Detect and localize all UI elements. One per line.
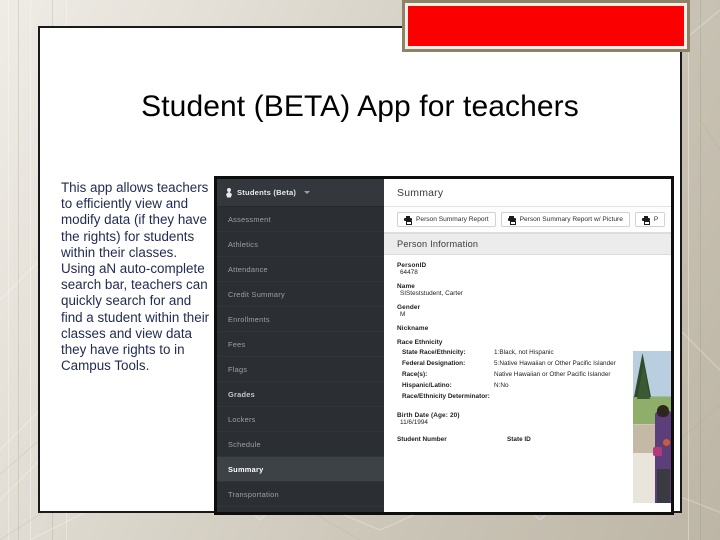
person-summary-report-with-picture-button[interactable]: Person Summary Report w/ Picture	[500, 212, 630, 227]
person-information-section-title: Person Information	[384, 233, 671, 255]
page-title: Student (BETA) App for teachers	[141, 90, 579, 123]
sidebar-item-label: Attendance	[228, 264, 268, 274]
sidebar-item-label: Grades	[228, 389, 255, 399]
sidebar-item-label: Assessment	[228, 214, 271, 224]
field-label: Birth Date (Age: 20)	[397, 412, 460, 419]
app-main-panel: Summary Person Summary Report Person Sum…	[384, 179, 671, 512]
field-label: Gender	[397, 304, 421, 311]
button-label: Person Summary Report w/ Picture	[519, 216, 623, 223]
sidebar-item-summary[interactable]: Summary	[217, 457, 384, 482]
field-label: Nickname	[397, 325, 429, 332]
sidebar-item-lockers[interactable]: Lockers	[217, 407, 384, 432]
field-label: Name	[397, 283, 416, 290]
sidebar-item-enrollments[interactable]: Enrollments	[217, 307, 384, 332]
field-person-id: PersonID 64478	[397, 262, 671, 276]
state-id-label: State ID	[507, 436, 531, 443]
sidebar-item-attendance[interactable]: Attendance	[217, 257, 384, 282]
slide: Student (BETA) App for teachers This app…	[38, 0, 690, 515]
button-label: Person Summary Report	[416, 216, 489, 223]
row-label: Race(s):	[402, 371, 428, 378]
field-nickname: Nickname	[397, 325, 671, 332]
button-label: P	[653, 216, 659, 223]
field-label: PersonID	[397, 262, 427, 269]
body-text: This app allows teachers to efficiently …	[61, 180, 210, 374]
row-race-ethnicity-determinator: Race/Ethnicity Determinator:	[397, 393, 671, 400]
sidebar-item-label: Athletics	[228, 239, 259, 249]
row-value: 1:Black, not Hispanic	[494, 349, 554, 356]
row-label: Race/Ethnicity Determinator:	[402, 393, 490, 400]
person-summary-report-button[interactable]: Person Summary Report	[397, 212, 496, 227]
sidebar-item-grades[interactable]: Grades	[217, 382, 384, 407]
row-state-race-ethnicity: State Race/Ethnicity: 1:Black, not Hispa…	[397, 349, 671, 356]
row-label: Federal Designation:	[402, 360, 466, 367]
field-gender: Gender M	[397, 304, 671, 318]
chevron-down-icon[interactable]	[304, 191, 311, 194]
row-value: N:No	[494, 382, 509, 389]
sidebar-item-athletics[interactable]: Athletics	[217, 232, 384, 257]
embedded-app-screenshot: Students (Beta) Assessment Athletics Att…	[214, 176, 674, 515]
app-sidebar: Students (Beta) Assessment Athletics Att…	[217, 179, 384, 512]
printer-icon	[641, 216, 650, 225]
sidebar-item-label: Summary	[228, 464, 264, 474]
third-report-button-clipped[interactable]: P	[634, 212, 666, 227]
sidebar-header[interactable]: Students (Beta)	[217, 179, 384, 207]
sidebar-item-label: Credit Summary	[228, 289, 285, 299]
sidebar-item-flags[interactable]: Flags	[217, 357, 384, 382]
race-ethnicity-heading: Race Ethnicity	[397, 339, 443, 346]
student-photo	[633, 351, 671, 503]
field-value: SISteststudent, Carter	[400, 290, 463, 297]
sidebar-item-assessment[interactable]: Assessment	[217, 207, 384, 232]
row-races: Race(s): Native Hawaiian or Other Pacifi…	[397, 371, 671, 378]
field-value: M	[400, 311, 406, 318]
report-toolbar: Person Summary Report Person Summary Rep…	[384, 207, 671, 233]
person-icon	[226, 187, 232, 198]
sidebar-item-label: Transportation	[228, 489, 279, 499]
sidebar-item-credit-summary[interactable]: Credit Summary	[217, 282, 384, 307]
app-page-title: Summary	[384, 179, 671, 207]
red-banner	[402, 0, 690, 52]
sidebar-header-label: Students (Beta)	[237, 188, 297, 197]
sidebar-item-label: Enrollments	[228, 314, 270, 324]
student-number-label: Student Number	[397, 436, 447, 443]
sidebar-item-transportation[interactable]: Transportation	[217, 482, 384, 507]
field-name: Name SISteststudent, Carter	[397, 283, 671, 297]
row-hispanic-latino: Hispanic/Latino: N:No	[397, 382, 671, 389]
sidebar-item-schedule[interactable]: Schedule	[217, 432, 384, 457]
red-banner-fill	[408, 6, 684, 46]
sidebar-item-label: Fees	[228, 339, 246, 349]
row-label: State Race/Ethnicity:	[402, 349, 466, 356]
row-federal-designation: Federal Designation: 5:Native Hawaiian o…	[397, 360, 671, 367]
sidebar-item-label: Lockers	[228, 414, 256, 424]
row-value: Native Hawaiian or Other Pacific Islande…	[494, 371, 611, 378]
row-label: Hispanic/Latino:	[402, 382, 452, 389]
person-information-body: PersonID 64478 Name SISteststudent, Cart…	[384, 255, 671, 512]
bottom-row: Student Number State ID	[397, 436, 671, 443]
printer-icon	[404, 216, 412, 225]
printer-icon	[507, 216, 516, 225]
sidebar-item-label: Flags	[228, 364, 248, 374]
row-value: 5:Native Hawaiian or Other Pacific Islan…	[494, 360, 616, 367]
field-value: 11/6/1994	[400, 419, 428, 426]
sidebar-item-label: Schedule	[228, 439, 261, 449]
field-value: 64478	[400, 269, 418, 276]
sidebar-item-fees[interactable]: Fees	[217, 332, 384, 357]
field-birth-date: Birth Date (Age: 20) 11/6/1994	[397, 412, 671, 426]
